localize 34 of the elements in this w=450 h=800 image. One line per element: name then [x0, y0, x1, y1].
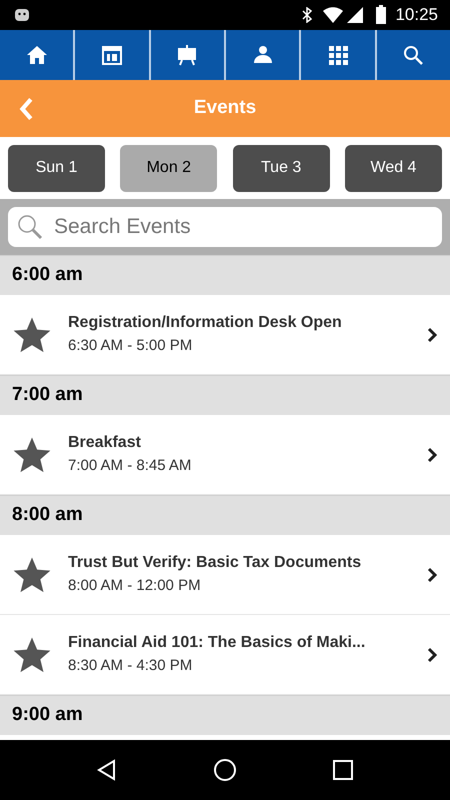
event-title: Breakfast [68, 433, 142, 454]
page-title: Events [194, 96, 256, 120]
signal-icon [347, 7, 364, 23]
chevron-right-icon [426, 446, 438, 462]
section-header: 6:00 am [12, 263, 83, 288]
search-icon [16, 213, 44, 241]
chevron-right-icon [426, 646, 438, 662]
event-row[interactable]: Trust But Verify: Basic Tax Documents 8:00 AM - 12:00 PM [0, 535, 450, 615]
section-header: 9:00 am [12, 703, 83, 728]
chevron-right-icon [426, 566, 438, 582]
section-header: 7:00 am [12, 383, 83, 408]
event-title: Trust But Verify: Basic Tax Documents [68, 553, 362, 574]
event-title: Financial Aid 101: The Basics of Maki... [68, 633, 366, 654]
calendar-icon [100, 43, 124, 67]
search-field[interactable]: Search Events [8, 207, 442, 247]
section-header: 8:00 am [12, 503, 83, 528]
day-tab[interactable]: Sun 1 [8, 144, 105, 192]
chevron-right-icon [426, 326, 438, 342]
wifi-icon [323, 7, 344, 23]
event-time: 8:30 AM - 4:30 PM [68, 656, 194, 676]
event-time: 8:00 AM - 12:00 PM [68, 576, 202, 596]
day-tab[interactable]: Tue 3 [232, 144, 330, 192]
event-title: Registration/Information Desk Open [68, 313, 343, 334]
overview-icon[interactable] [331, 758, 355, 782]
event-time: 7:00 AM - 8:45 AM [68, 456, 192, 476]
home-icon [24, 43, 49, 67]
back-icon [18, 97, 34, 121]
battery-icon [375, 5, 388, 25]
status-time: 10:25 [395, 4, 438, 26]
day-tab[interactable]: Wed 4 [344, 144, 442, 192]
event-time: 6:30 AM - 5:00 PM [68, 336, 194, 356]
search-icon [401, 43, 426, 67]
home-icon[interactable] [213, 758, 237, 782]
day-tab[interactable]: Mon 2 [120, 144, 218, 192]
